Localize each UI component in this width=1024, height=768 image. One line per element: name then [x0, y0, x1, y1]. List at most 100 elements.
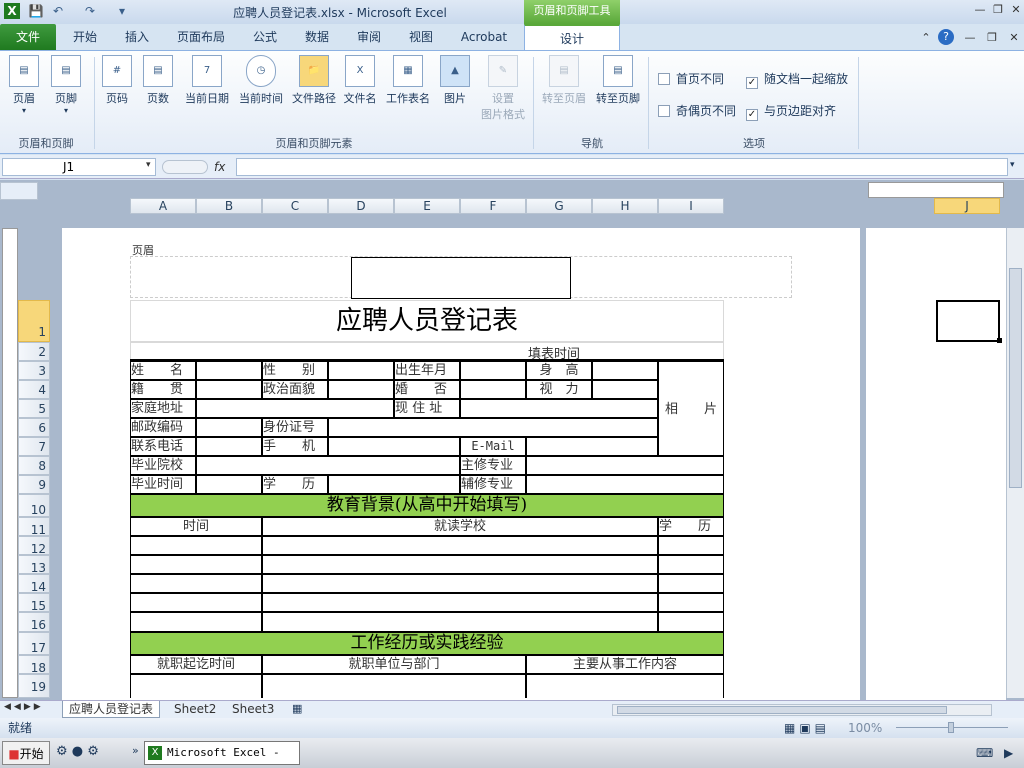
- education-section-header[interactable]: 教育背景(从高中开始填写): [130, 494, 724, 517]
- input-major[interactable]: [526, 456, 724, 475]
- row-header-3[interactable]: 3: [18, 361, 50, 380]
- work-col-period[interactable]: 就职起讫时间: [130, 655, 262, 674]
- align-with-margins-checkbox[interactable]: ✓ 与页边距对齐: [746, 103, 836, 121]
- go-to-footer-button[interactable]: ▤ 转至页脚: [592, 55, 644, 106]
- edu-row-16-time[interactable]: [130, 612, 262, 632]
- formula-input[interactable]: [236, 158, 1008, 176]
- row-header-9[interactable]: 9: [18, 475, 50, 494]
- view-mode-icons[interactable]: ▦▣▤: [784, 718, 830, 738]
- row-header-10[interactable]: 10: [18, 494, 50, 517]
- edu-row-15-time[interactable]: [130, 593, 262, 612]
- row-header-7[interactable]: 7: [18, 437, 50, 456]
- edu-row-12-degree[interactable]: [658, 536, 724, 555]
- input-grad-time[interactable]: [196, 475, 262, 494]
- quicklaunch-icons[interactable]: ⚙ ● ⚙: [56, 744, 99, 759]
- work-col-duties[interactable]: 主要从事工作内容: [526, 655, 724, 674]
- h-scroll-thumb[interactable]: [617, 706, 947, 714]
- sheet-tab-sheet2[interactable]: Sheet2: [168, 701, 222, 718]
- edu-row-16-degree[interactable]: [658, 612, 724, 632]
- zoom-slider[interactable]: [892, 722, 1016, 734]
- label-birth[interactable]: 出生年月: [394, 361, 460, 380]
- edu-col-degree[interactable]: 学 历: [658, 517, 724, 536]
- insert-sheet-icon[interactable]: ▦: [292, 702, 302, 715]
- active-cell-j1[interactable]: [936, 300, 1000, 342]
- row-header-11[interactable]: 11: [18, 517, 50, 537]
- photo-cell[interactable]: 相 片: [658, 361, 724, 456]
- row-header-6[interactable]: 6: [18, 418, 50, 437]
- tab-acrobat[interactable]: Acrobat: [454, 24, 514, 50]
- input-postcode[interactable]: [196, 418, 262, 437]
- footer-button[interactable]: ▤ 页脚 ▾: [48, 55, 84, 115]
- vertical-scrollbar[interactable]: [1006, 228, 1024, 698]
- input-home-address[interactable]: [196, 399, 394, 418]
- work-row-19-duties[interactable]: [526, 674, 724, 698]
- sheet-tab-sheet3[interactable]: Sheet3: [226, 701, 280, 718]
- quicklaunch-overflow-icon[interactable]: »: [132, 744, 139, 757]
- formula-splitter[interactable]: [162, 160, 208, 174]
- label-married[interactable]: 婚 否: [394, 380, 460, 399]
- workbook-close-icon[interactable]: ✕: [1006, 30, 1022, 46]
- work-row-19-period[interactable]: [130, 674, 262, 698]
- label-school[interactable]: 毕业院校: [130, 456, 196, 475]
- input-minor[interactable]: [526, 475, 724, 494]
- name-box[interactable]: J1: [2, 158, 156, 176]
- sheet-name-button[interactable]: ▦ 工作表名: [383, 55, 433, 106]
- label-native-place[interactable]: 籍 贯: [130, 380, 196, 399]
- label-current-address[interactable]: 现 住 址: [394, 399, 460, 418]
- column-header-a[interactable]: A: [130, 198, 196, 214]
- row-header-17[interactable]: 17: [18, 632, 50, 655]
- input-id-number[interactable]: [328, 418, 658, 437]
- edu-row-15-school[interactable]: [262, 593, 658, 612]
- page-count-button[interactable]: ▤ 页数: [140, 55, 176, 106]
- edu-row-15-degree[interactable]: [658, 593, 724, 612]
- edu-row-16-school[interactable]: [262, 612, 658, 632]
- tab-design[interactable]: 设计: [524, 24, 620, 50]
- tab-formulas[interactable]: 公式: [244, 24, 286, 50]
- tab-view[interactable]: 视图: [400, 24, 442, 50]
- sheet-nav-arrows-icon[interactable]: ◀◀▶▶: [4, 702, 44, 712]
- keyboard-icon[interactable]: ⌨: [976, 746, 993, 760]
- edu-row-13-degree[interactable]: [658, 555, 724, 574]
- row-header-2[interactable]: 2: [18, 342, 50, 361]
- column-header-h[interactable]: H: [592, 198, 658, 214]
- row-header-12[interactable]: 12: [18, 536, 50, 556]
- row-header-14[interactable]: 14: [18, 574, 50, 594]
- label-mobile[interactable]: 手 机: [262, 437, 328, 456]
- input-current-address[interactable]: [460, 399, 658, 418]
- label-minor[interactable]: 辅修专业: [460, 475, 526, 494]
- column-header-e[interactable]: E: [394, 198, 460, 214]
- label-gender[interactable]: 性 别: [262, 361, 328, 380]
- select-all-corner[interactable]: [0, 182, 38, 200]
- column-header-f[interactable]: F: [460, 198, 526, 214]
- help-icon[interactable]: ?: [938, 29, 954, 45]
- row-header-13[interactable]: 13: [18, 555, 50, 575]
- workbook-restore-icon[interactable]: ❐: [984, 30, 1000, 46]
- fill-handle[interactable]: [997, 338, 1002, 343]
- label-major[interactable]: 主修专业: [460, 456, 526, 475]
- label-email[interactable]: E-Mail: [460, 437, 526, 456]
- label-postcode[interactable]: 邮政编码: [130, 418, 196, 437]
- row-header-1[interactable]: 1: [18, 300, 50, 342]
- column-header-b[interactable]: B: [196, 198, 262, 214]
- input-native-place[interactable]: [196, 380, 262, 399]
- work-section-header[interactable]: 工作经历或实践经验: [130, 632, 724, 655]
- file-path-button[interactable]: 📁 文件路径: [288, 55, 340, 106]
- restore-icon[interactable]: ❐: [990, 2, 1006, 18]
- minimize-ribbon-icon[interactable]: ⌃: [918, 30, 934, 46]
- label-vision[interactable]: 视 力: [526, 380, 592, 399]
- expand-formula-icon[interactable]: ▾: [1010, 160, 1015, 170]
- zoom-level[interactable]: 100%: [848, 718, 882, 738]
- header-button[interactable]: ▤ 页眉 ▾: [6, 55, 42, 115]
- current-time-button[interactable]: ◷ 当前时间: [235, 55, 287, 106]
- input-degree[interactable]: [328, 475, 460, 494]
- name-box-dropdown-icon[interactable]: ▾: [146, 160, 151, 170]
- label-political[interactable]: 政治面貌: [262, 380, 328, 399]
- insert-function-icon[interactable]: fx: [214, 158, 234, 176]
- edu-row-14-time[interactable]: [130, 574, 262, 593]
- tab-page-layout[interactable]: 页面布局: [170, 24, 232, 50]
- edu-row-12-school[interactable]: [262, 536, 658, 555]
- edu-row-13-school[interactable]: [262, 555, 658, 574]
- current-date-button[interactable]: 7 当前日期: [181, 55, 233, 106]
- input-height[interactable]: [592, 361, 658, 380]
- work-col-employer[interactable]: 就职单位与部门: [262, 655, 526, 674]
